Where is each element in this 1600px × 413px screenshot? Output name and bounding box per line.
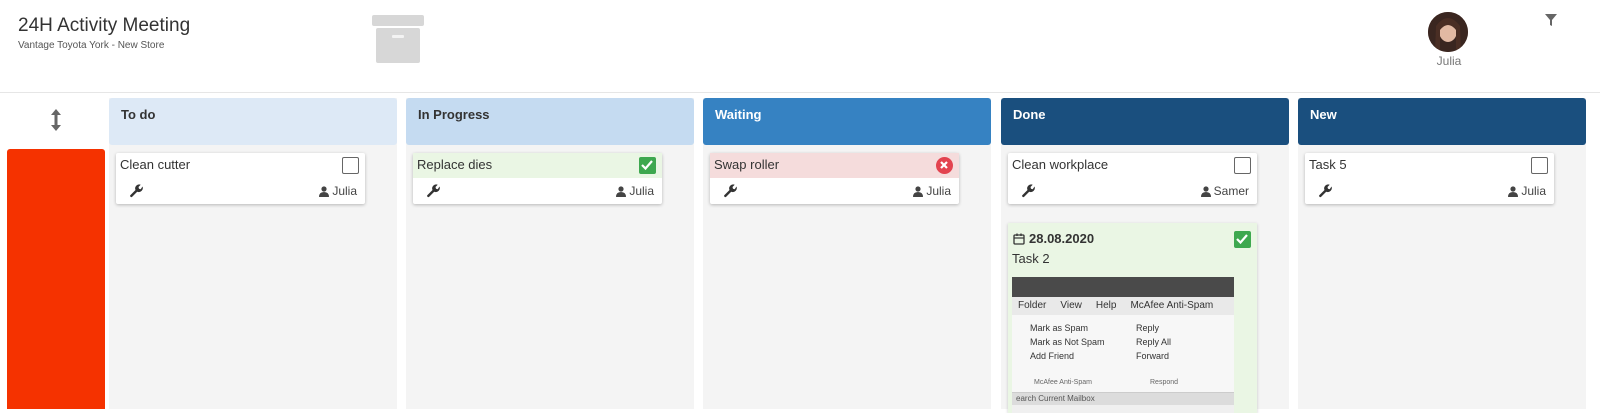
kanban-board: To do Clean cutter Julia In Progress Rep…	[0, 94, 1600, 413]
attachment-ribbon-item: Reply All	[1136, 337, 1172, 347]
user-icon	[1200, 186, 1211, 197]
column-header[interactable]: Waiting	[703, 98, 991, 145]
avatar-name: Julia	[1436, 54, 1462, 68]
user-icon	[1508, 186, 1519, 197]
card-checkbox[interactable]	[1531, 157, 1548, 174]
task-card[interactable]: Clean cutter Julia	[116, 153, 365, 204]
column-new: New Task 5 Julia	[1298, 98, 1586, 409]
assignee-name: Samer	[1213, 184, 1249, 198]
column-done: Done Clean workplace Samer 28.08.2020 Ta…	[1001, 98, 1289, 413]
wrench-icon	[1022, 184, 1035, 198]
column-header[interactable]: Done	[1001, 98, 1289, 145]
user-icon	[616, 186, 627, 197]
swimlane-marker[interactable]	[7, 149, 105, 409]
card-assignee: Julia	[616, 184, 654, 198]
card-date: 28.08.2020	[1013, 231, 1094, 246]
check-icon	[641, 160, 653, 171]
task-card[interactable]: Swap roller Julia	[710, 153, 959, 204]
column-header[interactable]: To do	[109, 98, 397, 145]
task-card[interactable]: Clean workplace Samer	[1008, 153, 1257, 204]
assignee-name: Julia	[1521, 184, 1546, 198]
attachment-footer: earch Current Mailbox	[1012, 393, 1234, 405]
card-checkbox[interactable]	[342, 157, 359, 174]
assignee-name: Julia	[332, 184, 357, 198]
attachment-ribbon-item: Mark as Not Spam	[1030, 337, 1105, 347]
attachment-ribbon-item: Reply	[1136, 323, 1160, 333]
attachment-menu-item: McAfee Anti-Spam	[1130, 300, 1214, 311]
task-card-with-attachment[interactable]: 28.08.2020 Task 2 Folder View Help McAfee A…	[1008, 223, 1257, 413]
column-todo: To do Clean cutter Julia	[109, 98, 397, 409]
card-checkbox[interactable]	[1234, 157, 1251, 174]
attachment-group-label: Respond	[1150, 379, 1179, 386]
check-icon	[1236, 234, 1248, 245]
card-checkbox-checked[interactable]	[1234, 231, 1251, 248]
attachment-ribbon-item: Add Friend	[1030, 351, 1075, 361]
avatar[interactable]	[1428, 12, 1468, 52]
attachment-image[interactable]: Folder View Help McAfee Anti-Spam Mark as S…	[1012, 277, 1234, 413]
card-checkbox-checked[interactable]	[639, 157, 656, 174]
column-body: Clean workplace Samer 28.08.2020 Task 2	[1001, 149, 1289, 413]
card-title: Task 5	[1309, 157, 1347, 172]
attachment-menu: Folder View Help McAfee Anti-Spam	[1012, 297, 1234, 315]
card-title: Clean cutter	[120, 157, 191, 172]
task-card[interactable]: Task 5 Julia	[1305, 153, 1554, 204]
assignee-name: Julia	[926, 184, 951, 198]
card-assignee: Julia	[913, 184, 951, 198]
card-title: Task 2	[1012, 251, 1050, 266]
column-waiting: Waiting Swap roller Julia	[703, 98, 991, 409]
card-assignee: Julia	[1508, 184, 1546, 198]
close-icon	[940, 161, 948, 169]
attachment-menu-item: View	[1060, 300, 1082, 311]
column-body: Clean cutter Julia	[109, 149, 397, 409]
card-title: Clean workplace	[1012, 157, 1109, 172]
column-in-progress: In Progress Replace dies Julia	[406, 98, 694, 409]
column-body: Swap roller Julia	[703, 149, 991, 409]
attachment-menu-item: Folder	[1018, 300, 1047, 311]
wrench-icon	[724, 184, 737, 198]
wrench-icon	[427, 184, 440, 198]
card-title: Swap roller	[714, 157, 780, 172]
task-card[interactable]: Replace dies Julia	[413, 153, 662, 204]
column-header[interactable]: New	[1298, 98, 1586, 145]
page-title: 24H Activity Meeting	[18, 15, 191, 36]
column-body: Replace dies Julia	[406, 149, 694, 409]
card-assignee: Samer	[1200, 184, 1249, 198]
assignee-name: Julia	[629, 184, 654, 198]
filter-icon[interactable]	[1544, 13, 1558, 27]
card-date-text: 28.08.2020	[1029, 231, 1095, 246]
card-assignee: Julia	[319, 184, 357, 198]
column-header[interactable]: In Progress	[406, 98, 694, 145]
card-title: Replace dies	[417, 157, 493, 172]
page-subtitle: Vantage Toyota York - New Store	[18, 40, 165, 51]
attachment-ribbon: Mark as Spam Mark as Not Spam Add Friend…	[1012, 315, 1234, 393]
archive-icon[interactable]	[372, 15, 424, 64]
attachment-titlebar	[1012, 277, 1234, 297]
attachment-group-label: McAfee Anti-Spam	[1034, 379, 1092, 386]
user-icon	[913, 186, 924, 197]
sort-handle-icon[interactable]	[46, 108, 66, 132]
column-body: Task 5 Julia	[1298, 149, 1586, 409]
user-icon	[319, 186, 330, 197]
attachment-ribbon-item: Mark as Spam	[1030, 323, 1089, 333]
wrench-icon	[130, 184, 143, 198]
attachment-ribbon-item: Forward	[1136, 351, 1170, 361]
card-reject-toggle[interactable]	[936, 157, 953, 174]
page-header: 24H Activity Meeting Vantage Toyota York…	[0, 0, 1600, 93]
calendar-icon	[1013, 233, 1025, 245]
attachment-menu-item: Help	[1095, 300, 1117, 311]
wrench-icon	[1319, 184, 1332, 198]
